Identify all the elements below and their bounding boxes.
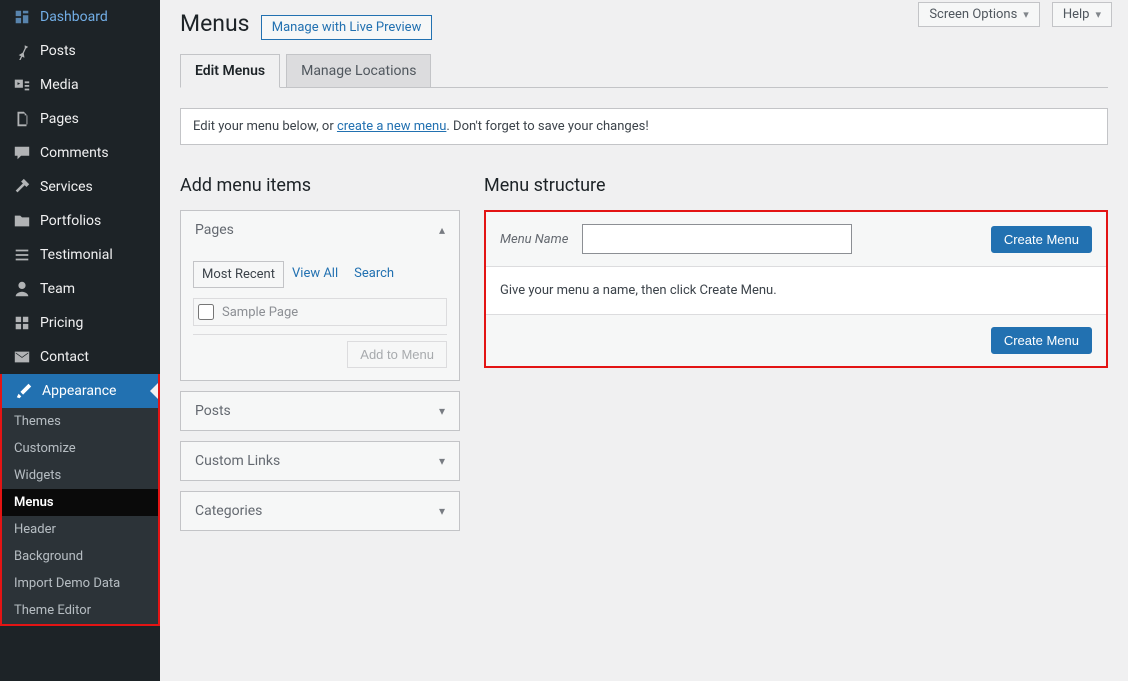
pages-tab-search[interactable]: Search: [346, 261, 402, 288]
menu-structure-heading: Menu structure: [484, 175, 1108, 196]
appearance-group-highlight: Appearance ThemesCustomizeWidgetsMenusHe…: [0, 374, 160, 626]
sidebar-item-label: Contact: [40, 349, 89, 365]
pin-icon: [12, 41, 32, 61]
comment-icon: [12, 143, 32, 163]
submenu-item-themes[interactable]: Themes: [2, 408, 158, 435]
sidebar-item-label: Comments: [40, 145, 109, 161]
screen-options-button[interactable]: Screen Options: [918, 2, 1040, 27]
sample-page-checkbox[interactable]: [198, 304, 214, 320]
page-title: Menus: [180, 10, 250, 37]
sidebar-item-appearance[interactable]: Appearance: [2, 374, 158, 408]
brush-icon: [14, 381, 34, 401]
pages-accordion: Pages ▴ Most Recent View All Search Samp…: [180, 210, 460, 381]
pages-accordion-header[interactable]: Pages ▴: [181, 211, 459, 249]
sidebar-item-label: Portfolios: [40, 213, 101, 229]
chevron-down-icon: ▾: [439, 454, 445, 468]
chevron-down-icon: ▾: [439, 504, 445, 518]
add-to-menu-button[interactable]: Add to Menu: [347, 341, 447, 368]
submenu-item-background[interactable]: Background: [2, 543, 158, 570]
submenu-item-widgets[interactable]: Widgets: [2, 462, 158, 489]
top-controls: Screen Options Help: [918, 2, 1112, 27]
sidebar-item-comments[interactable]: Comments: [0, 136, 160, 170]
sample-page-label: Sample Page: [222, 305, 298, 320]
help-button[interactable]: Help: [1052, 2, 1112, 27]
submenu-item-customize[interactable]: Customize: [2, 435, 158, 462]
add-items-heading: Add menu items: [180, 175, 460, 196]
pages-tab-viewall[interactable]: View All: [284, 261, 346, 288]
sidebar-item-media[interactable]: Media: [0, 68, 160, 102]
sidebar-item-label: Pricing: [40, 315, 83, 331]
submenu-item-header[interactable]: Header: [2, 516, 158, 543]
info-notice: Edit your menu below, or create a new me…: [180, 108, 1108, 145]
submenu-item-import-demo-data[interactable]: Import Demo Data: [2, 570, 158, 597]
sidebar-item-label: Appearance: [42, 383, 116, 399]
sidebar-item-label: Team: [40, 281, 75, 297]
chevron-down-icon: ▾: [439, 404, 445, 418]
categories-accordion: Categories ▾: [180, 491, 460, 531]
create-menu-button-bottom[interactable]: Create Menu: [991, 327, 1092, 354]
sidebar-item-posts[interactable]: Posts: [0, 34, 160, 68]
submenu-item-theme-editor[interactable]: Theme Editor: [2, 597, 158, 624]
tab-edit-menus[interactable]: Edit Menus: [180, 54, 280, 88]
menu-instructions: Give your menu a name, then click Create…: [486, 267, 1106, 314]
sidebar-item-label: Pages: [40, 111, 79, 127]
chevron-up-icon: ▴: [439, 223, 445, 237]
appearance-submenu: ThemesCustomizeWidgetsMenusHeaderBackgro…: [2, 408, 158, 624]
list-icon: [12, 245, 32, 265]
categories-accordion-header[interactable]: Categories ▾: [181, 492, 459, 530]
folder-icon: [12, 211, 32, 231]
custom-links-accordion: Custom Links ▾: [180, 441, 460, 481]
sidebar-item-testimonial[interactable]: Testimonial: [0, 238, 160, 272]
submenu-item-menus[interactable]: Menus: [2, 489, 158, 516]
sidebar-item-label: Posts: [40, 43, 76, 59]
sidebar-item-label: Dashboard: [40, 9, 108, 25]
mail-icon: [12, 347, 32, 367]
menu-settings-box: Menu Name Create Menu Give your menu a n…: [484, 210, 1108, 368]
sidebar-item-label: Media: [40, 77, 79, 93]
sidebar-item-dashboard[interactable]: Dashboard: [0, 0, 160, 34]
live-preview-button[interactable]: Manage with Live Preview: [261, 15, 433, 40]
sidebar-item-pages[interactable]: Pages: [0, 102, 160, 136]
sidebar-item-pricing[interactable]: Pricing: [0, 306, 160, 340]
sidebar-item-team[interactable]: Team: [0, 272, 160, 306]
grid-icon: [12, 313, 32, 333]
main-content: Screen Options Help Menus Manage with Li…: [160, 0, 1128, 681]
sidebar-item-portfolios[interactable]: Portfolios: [0, 204, 160, 238]
sidebar-item-label: Services: [40, 179, 93, 195]
page-item-sample[interactable]: Sample Page: [193, 298, 447, 326]
sidebar-item-services[interactable]: Services: [0, 170, 160, 204]
menu-structure-column: Menu structure Menu Name Create Menu Giv…: [484, 175, 1108, 541]
admin-sidebar: Dashboard Posts Media Pages Comments Services…: [0, 0, 160, 681]
posts-accordion: Posts ▾: [180, 391, 460, 431]
custom-links-accordion-header[interactable]: Custom Links ▾: [181, 442, 459, 480]
menu-name-input[interactable]: [582, 224, 852, 254]
sidebar-item-contact[interactable]: Contact: [0, 340, 160, 374]
create-menu-button-top[interactable]: Create Menu: [991, 226, 1092, 253]
media-icon: [12, 75, 32, 95]
tab-manage-locations[interactable]: Manage Locations: [286, 54, 431, 87]
tab-nav: Edit Menus Manage Locations: [180, 54, 1108, 88]
hammer-icon: [12, 177, 32, 197]
posts-accordion-header[interactable]: Posts ▾: [181, 392, 459, 430]
person-icon: [12, 279, 32, 299]
dashboard-icon: [12, 7, 32, 27]
pages-tab-recent[interactable]: Most Recent: [193, 261, 284, 288]
sidebar-item-label: Testimonial: [40, 247, 113, 263]
menu-name-label: Menu Name: [500, 232, 568, 247]
pages-icon: [12, 109, 32, 129]
create-new-menu-link[interactable]: create a new menu: [337, 119, 446, 134]
add-menu-items-column: Add menu items Pages ▴ Most Recent View …: [180, 175, 460, 541]
